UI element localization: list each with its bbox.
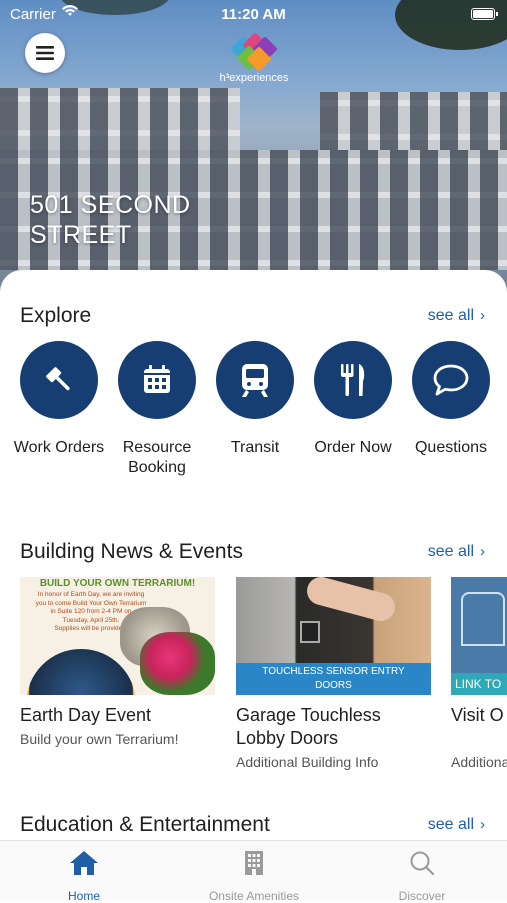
poster-line: In honor of Earth Day, we are inviting [37, 591, 145, 598]
news-see-all-link[interactable]: see all › [428, 543, 485, 561]
explore-item-resource-booking[interactable]: Resource Booking [108, 341, 206, 478]
explore-label: Resource Booking [108, 438, 206, 478]
explore-label-line1: Transit [230, 439, 280, 456]
hero-banner: Carrier 11:20 AM h³experiences 501 SECON… [0, 0, 507, 300]
news-card-touchless-doors[interactable]: TOUCHLESS SENSOR ENTRY DOORS Garage Touc… [236, 577, 431, 770]
see-all-label: see all [427, 307, 474, 324]
news-title: Building News & Events [20, 540, 243, 563]
earth-day-poster-image: BUILD YOUR OWN TERRARIUM! In honor of Ea… [20, 577, 215, 695]
poster-line: you to come Build Your Own Terrarium [35, 599, 147, 607]
card-title-line1: Garage Touchless [236, 705, 381, 725]
statue-graphic [461, 592, 505, 646]
banner-line: DOORS [315, 680, 352, 691]
education-title: Education & Entertainment [20, 813, 270, 836]
poster-heading: BUILD YOUR OWN TERRARIUM! [39, 578, 196, 589]
calendar-icon [118, 341, 196, 419]
touchless-door-image: TOUCHLESS SENSOR ENTRY DOORS [236, 577, 431, 695]
explore-label-line1: Questions [414, 439, 488, 456]
explore-label: Order Now [304, 438, 402, 458]
explore-item-questions[interactable]: Questions [402, 341, 500, 458]
chevron-right-icon: › [480, 307, 485, 324]
news-card-earth-day[interactable]: BUILD YOUR OWN TERRARIUM! In honor of Ea… [20, 577, 215, 747]
explore-item-order-now[interactable]: Order Now [304, 341, 402, 458]
explore-label: Questions [402, 438, 500, 458]
tab-bar: Home Onsite Amenities Discover [0, 840, 507, 903]
explore-label: Transit [206, 438, 304, 458]
chat-bubble-icon [412, 341, 490, 419]
app-logo: h³experiences [214, 32, 294, 84]
card-title: Visit O [451, 705, 504, 725]
banner-line: TOUCHLESS SENSOR ENTRY [262, 666, 405, 677]
hamburger-icon [36, 46, 54, 60]
gavel-icon [20, 341, 98, 419]
explore-item-transit[interactable]: Transit [206, 341, 304, 458]
tab-home[interactable]: Home [14, 849, 154, 903]
flowers-graphic [140, 632, 215, 695]
explore-label-line2: Booking [128, 459, 186, 476]
clock: 11:20 AM [221, 6, 286, 23]
explore-label-line1: Resource [122, 439, 192, 456]
explore-item-work-orders[interactable]: Work Orders [10, 341, 108, 458]
education-see-all-link[interactable]: see all › [428, 816, 485, 834]
train-icon [216, 341, 294, 419]
explore-label-line1: Order Now [314, 439, 392, 456]
earth-graphic [26, 649, 136, 695]
card-title: Garage Touchless Lobby Doors [236, 704, 431, 750]
explore-label: Work Orders [10, 438, 108, 458]
explore-label-line1: Work Orders [13, 439, 105, 456]
address-line-2: STREET [30, 221, 132, 249]
building-icon [184, 849, 324, 877]
news-card-visit[interactable]: LINK TO Visit O Additiona [451, 577, 507, 770]
battery-icon [471, 8, 498, 20]
chevron-right-icon: › [480, 543, 485, 560]
search-icon [352, 849, 492, 877]
tab-discover[interactable]: Discover [352, 849, 492, 903]
address-line-1: 501 SECOND [30, 191, 191, 219]
logo-cubes-icon [228, 32, 280, 72]
visit-card-image: LINK TO [451, 577, 507, 695]
tab-onsite-amenities[interactable]: Onsite Amenities [184, 849, 324, 903]
card-subtitle: Additiona [451, 754, 507, 770]
fork-knife-icon [314, 341, 392, 419]
see-all-label: see all [427, 816, 474, 833]
hand-graphic [303, 577, 399, 625]
tab-label: Discover [398, 889, 446, 903]
home-icon [14, 849, 154, 877]
explore-see-all-link[interactable]: see all › [428, 307, 485, 325]
card-title: Earth Day Event [20, 705, 152, 725]
explore-title: Explore [20, 304, 92, 327]
card-subtitle: Additional Building Info [236, 754, 379, 770]
tab-label: Home [67, 889, 100, 903]
see-all-label: see all [427, 543, 474, 560]
sensor-graphic [300, 621, 320, 643]
menu-button[interactable] [25, 33, 65, 73]
logo-text: h³experiences [219, 72, 289, 84]
building-address: 501 SECOND STREET [30, 190, 191, 250]
touchless-banner: TOUCHLESS SENSOR ENTRY DOORS [236, 663, 431, 695]
card-subtitle: Build your own Terrarium! [20, 731, 179, 747]
card-title-line2: Lobby Doors [236, 728, 339, 748]
tab-label: Onsite Amenities [208, 889, 300, 903]
status-bar: Carrier 11:20 AM [0, 0, 507, 28]
chevron-right-icon: › [480, 816, 485, 833]
visit-banner: LINK TO [451, 673, 507, 695]
